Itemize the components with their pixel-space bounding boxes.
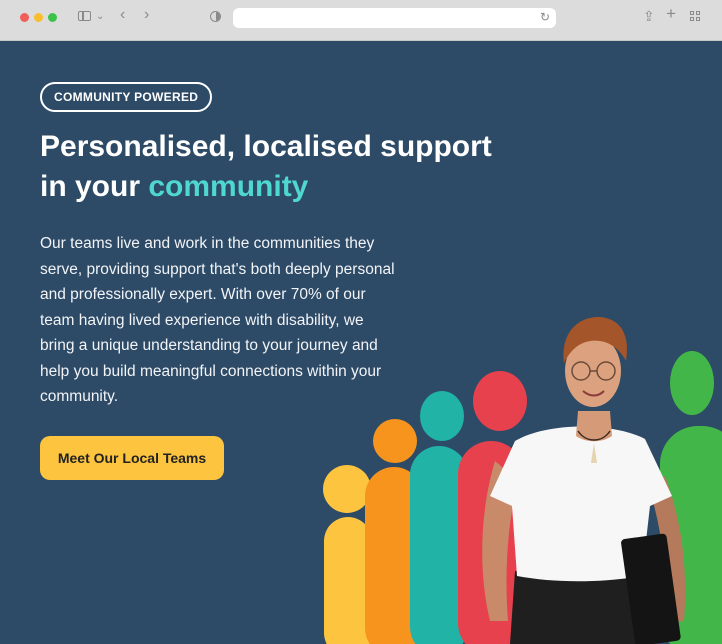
back-icon[interactable]: ‹ <box>120 7 125 23</box>
figure-yellow-head <box>323 465 371 513</box>
figure-red-head <box>473 371 527 431</box>
close-window-button[interactable] <box>20 13 29 22</box>
share-icon[interactable]: ⇪ <box>643 9 655 23</box>
figure-green-head <box>670 351 714 415</box>
tab-overview-icon[interactable] <box>690 11 701 22</box>
figure-orange-head <box>373 419 417 463</box>
meet-local-teams-button[interactable]: Meet Our Local Teams <box>40 436 224 480</box>
figure-teal-head <box>420 391 464 441</box>
shield-icon[interactable] <box>210 11 221 22</box>
figure-yellow-body <box>324 517 372 644</box>
forward-icon[interactable]: › <box>144 7 149 23</box>
heading-accent: community <box>148 170 309 203</box>
address-bar[interactable]: ↻ <box>233 8 556 28</box>
chevron-down-icon[interactable]: ⌄ <box>96 10 104 24</box>
minimize-window-button[interactable] <box>34 13 43 22</box>
zoom-window-button[interactable] <box>48 13 57 22</box>
community-badge: COMMUNITY POWERED <box>40 82 213 112</box>
reload-icon[interactable]: ↻ <box>540 10 550 24</box>
hero-section: COMMUNITY POWERED Personalised, localise… <box>0 41 722 644</box>
page-title: Personalised, localised support in your … <box>40 127 500 207</box>
community-illustration <box>323 316 722 644</box>
sidebar-icon[interactable] <box>78 11 91 21</box>
new-tab-icon[interactable]: + <box>666 5 676 22</box>
browser-toolbar: ⌄ ‹ › ↻ ⇪ + <box>0 0 722 41</box>
